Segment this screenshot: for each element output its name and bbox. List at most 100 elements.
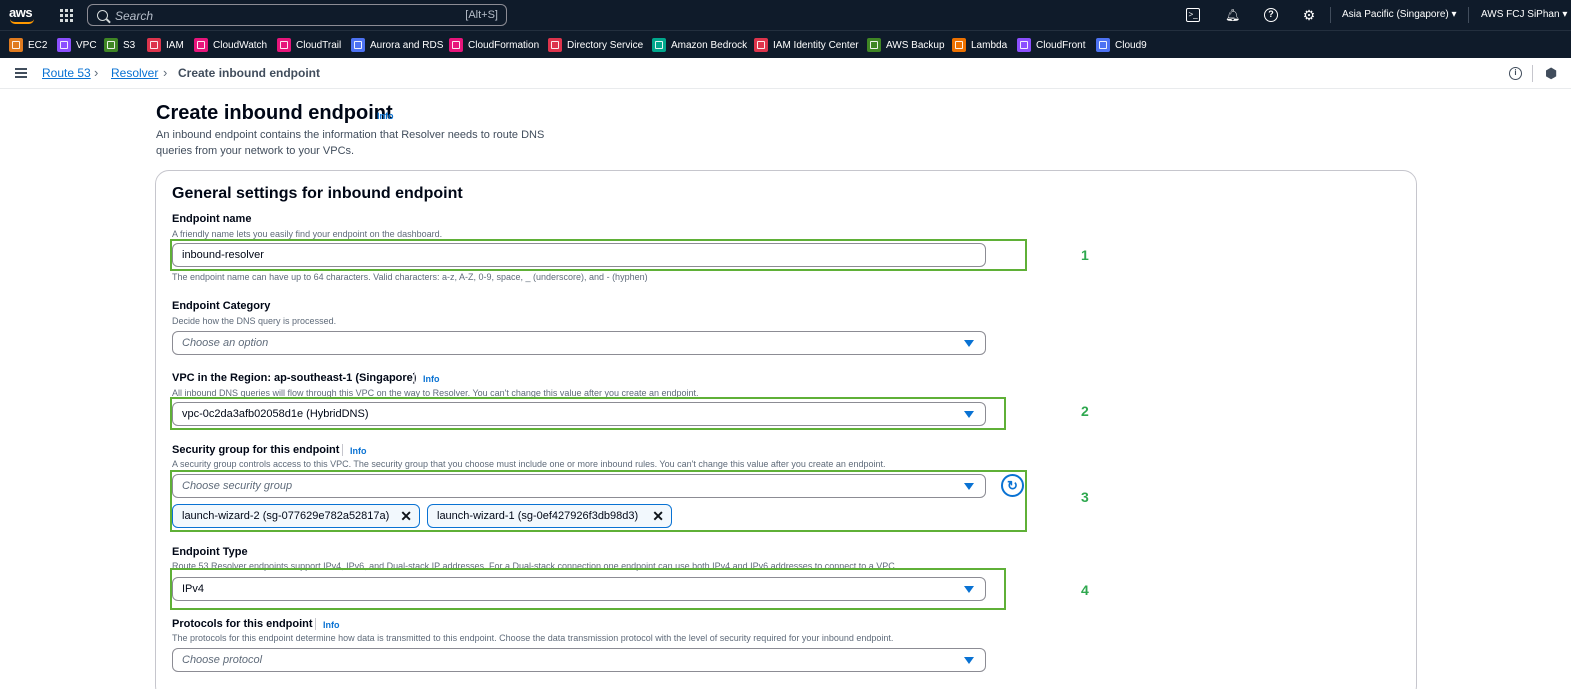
endpoint-category-placeholder: Choose an option [182,337,269,349]
info-panel-icon[interactable]: i [1509,67,1522,80]
favorite-label: CloudTrail [296,39,342,51]
endpoint-category-label: Endpoint Category [172,300,271,312]
notifications-bell-icon[interactable]: 🔔︎ [1225,8,1240,22]
vpc-info-link[interactable]: Info [423,374,440,384]
favorite-label: Aurora and RDS [370,39,444,51]
divider [315,618,316,630]
favorite-lambda[interactable]: Lambda [952,38,1007,52]
endpoint-name-label: Endpoint name [172,213,252,225]
help-icon[interactable]: ? [1264,8,1278,22]
protocols-description: The protocols for this endpoint determin… [172,633,894,643]
endpoint-name-description: A friendly name lets you easily find you… [172,229,443,239]
annotation-box-3 [170,470,1027,532]
favorite-iam[interactable]: IAM [147,38,184,52]
breadcrumb-bar: Route 53 › Resolver › Create inbound end… [0,58,1571,89]
cloudtrail-icon [277,38,291,52]
divider [414,372,415,384]
protocols-label: Protocols for this endpoint [172,618,313,630]
page-info-link[interactable]: Info [377,111,394,121]
divider [342,444,343,456]
favorite-label: CloudFormation [468,39,540,51]
iam-icon [147,38,161,52]
favorite-cloudtrail[interactable]: CloudTrail [277,38,341,52]
annotation-number-3: 3 [1081,489,1089,505]
aws-logo[interactable]: aws [9,5,37,25]
favorite-aws-backup[interactable]: AWS Backup [867,38,945,52]
favorite-s3[interactable]: S3 [104,38,135,52]
security-group-label: Security group for this endpoint [172,444,340,456]
favorite-label: CloudFront [1036,39,1086,51]
cloudshell-icon[interactable]: >_ [1186,8,1200,22]
chevron-right-icon: › [163,65,168,80]
search-icon [97,10,108,21]
favorite-cloudwatch[interactable]: CloudWatch [194,38,267,52]
endpoint-name-constraint: The endpoint name can have up to 64 char… [172,272,648,282]
favorite-label: Lambda [971,39,1008,51]
favorite-label: S3 [123,39,136,51]
top-navigation: aws Search [Alt+S] >_ 🔔︎ ? ⚙ Asia Pacifi… [0,0,1571,30]
cloudfront-icon [1017,38,1031,52]
chevron-right-icon: › [94,65,99,80]
annotation-number-1: 1 [1081,247,1089,263]
favorite-cloudformation[interactable]: CloudFormation [449,38,539,52]
lambda-icon [952,38,966,52]
hamburger-menu-icon[interactable] [15,68,27,78]
favorite-vpc[interactable]: VPC [57,38,97,52]
favorite-aurora-rds[interactable]: Aurora and RDS [351,38,443,52]
favorite-label: IAM Identity Center [773,39,859,51]
caret-down-icon [964,657,974,664]
ec2-icon [9,38,23,52]
favorite-label: Amazon Bedrock [671,39,748,51]
annotation-box-2 [170,397,1006,430]
nav-divider [1468,7,1469,23]
annotation-box-1 [170,239,1027,271]
annotation-number-4: 4 [1081,582,1089,598]
divider [1532,65,1533,82]
endpoint-category-select[interactable]: Choose an option [172,331,986,355]
protocols-select[interactable]: Choose protocol [172,648,986,672]
favorite-directory-service[interactable]: Directory Service [548,38,643,52]
favorite-label: Directory Service [567,39,644,51]
panel-title: General settings for inbound endpoint [172,185,463,202]
favorite-label: IAM [166,39,184,51]
breadcrumb-route53[interactable]: Route 53 [42,66,91,80]
settings-gear-icon[interactable]: ⚙ [1302,8,1316,22]
directory-service-icon [548,38,562,52]
backup-icon [867,38,881,52]
favorite-iam-identity-center[interactable]: IAM Identity Center [754,38,859,52]
region-selector[interactable]: Asia Pacific (Singapore) ▾ [1342,9,1457,20]
favorite-bedrock[interactable]: Amazon Bedrock [652,38,747,52]
favorite-label: VPC [76,39,97,51]
page-title: Create inbound endpoint [156,102,393,124]
vpc-icon [57,38,71,52]
security-group-info-link[interactable]: Info [350,446,367,456]
breadcrumb-current: Create inbound endpoint [178,66,320,80]
favorite-cloud9[interactable]: Cloud9 [1096,38,1147,52]
favorite-label: EC2 [28,39,48,51]
account-menu[interactable]: AWS FCJ SiPhan ▾ [1481,9,1567,20]
protocols-placeholder: Choose protocol [182,654,263,666]
services-menu-icon[interactable] [60,9,73,22]
security-group-description: A security group controls access to this… [172,459,886,469]
nav-divider [1330,7,1331,23]
cloud9-icon [1096,38,1110,52]
cloudwatch-icon [194,38,208,52]
settings-hex-icon[interactable]: ⬢ [1545,66,1558,80]
favorite-cloudfront[interactable]: CloudFront [1017,38,1085,52]
cloudformation-icon [449,38,463,52]
search-shortcut: [Alt+S] [465,9,498,21]
caret-down-icon [964,340,974,347]
favorites-bar: EC2 VPC S3 IAM CloudWatch CloudTrail Aur… [0,30,1571,58]
endpoint-category-description: Decide how the DNS query is processed. [172,316,337,326]
favorite-label: AWS Backup [886,39,945,51]
bedrock-icon [652,38,666,52]
search-input[interactable]: Search [Alt+S] [87,4,507,26]
breadcrumb-resolver[interactable]: Resolver [111,66,158,80]
aws-logo-text: aws [9,5,33,20]
page-description: An inbound endpoint contains the informa… [156,129,545,157]
favorite-label: Cloud9 [1115,39,1147,51]
protocols-info-link[interactable]: Info [323,620,340,630]
s3-icon [104,38,118,52]
favorite-ec2[interactable]: EC2 [9,38,47,52]
endpoint-type-label: Endpoint Type [172,546,248,558]
